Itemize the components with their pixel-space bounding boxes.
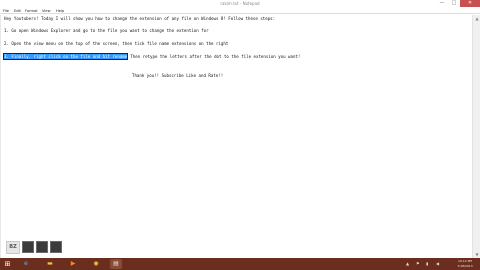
folder-icon[interactable]: ▬ — [44, 259, 56, 269]
internet-explorer-icon[interactable]: e — [20, 259, 32, 269]
text-line-5: Thank you!! Subscribe Like and Rate!! — [132, 73, 224, 78]
clock[interactable]: 10:12 PM 7/18/2013 — [452, 259, 478, 269]
scroll-up-arrow-icon[interactable]: ▲ — [473, 15, 480, 22]
close-button[interactable]: ✕ — [460, 0, 480, 7]
menu-edit[interactable]: Edit — [14, 8, 21, 14]
text-line-4: 3. Finally, right click on the file and … — [2, 53, 301, 60]
watermark-logo: BZ — [6, 240, 20, 254]
text-line-2: 1. Go open Windows Explorer and go to th… — [4, 28, 209, 33]
menu-format[interactable]: Format — [25, 8, 38, 14]
taskbar: ⊞ e ▬ ▶ ◉ ▤ ▲ ⚑ ▮ ◀ 10:12 PM 7/18/2013 — [0, 258, 480, 270]
minimize-button[interactable]: — — [436, 0, 448, 7]
selected-text[interactable]: 3. Finally, right click on the file and … — [2, 53, 129, 60]
text-line-3: 2. Open the view menu on the top of the … — [4, 41, 229, 46]
scroll-down-arrow-icon[interactable]: ▼ — [473, 251, 480, 258]
start-button-icon[interactable]: ⊞ — [2, 259, 13, 269]
menu-file[interactable]: File — [3, 8, 9, 14]
text-line-1: Hey Youtubers! Today I will show you how… — [4, 16, 276, 21]
menu-help[interactable]: Help — [56, 8, 64, 14]
media-player-icon[interactable]: ▶ — [67, 259, 79, 269]
watermark-thumbnail — [36, 241, 48, 253]
action-center-flag-icon[interactable]: ⚑ — [416, 260, 420, 268]
network-icon[interactable]: ▮ — [426, 260, 428, 268]
window-title: rakim.txt - Notepad — [220, 1, 260, 6]
watermark-thumbnail — [50, 241, 62, 253]
title-bar[interactable]: rakim.txt - Notepad — □ ✕ — [0, 0, 480, 8]
system-tray: ▲ ⚑ ▮ ◀ 10:12 PM 7/18/2013 — [400, 258, 480, 270]
volume-icon[interactable]: ◀ — [436, 260, 439, 268]
menu-bar: File Edit Format View Help — [0, 8, 480, 14]
maximize-button[interactable]: □ — [448, 0, 460, 7]
show-hidden-icons-icon[interactable]: ▲ — [406, 260, 409, 268]
text-editor[interactable]: Hey Youtubers! Today I will show you how… — [0, 15, 472, 258]
channel-watermark: BZ — [6, 240, 74, 254]
menu-view[interactable]: View — [42, 8, 51, 14]
vertical-scrollbar[interactable]: ▲ ▼ — [472, 15, 480, 258]
screen: rakim.txt - Notepad — □ ✕ File Edit Form… — [0, 0, 480, 270]
text-line-4-rest: Then retype the letters after the dot to… — [127, 54, 301, 59]
clock-date: 7/18/2013 — [457, 264, 473, 268]
notepad-icon[interactable]: ▤ — [110, 259, 122, 269]
watermark-thumbnail — [22, 241, 34, 253]
chrome-icon[interactable]: ◉ — [90, 259, 102, 269]
